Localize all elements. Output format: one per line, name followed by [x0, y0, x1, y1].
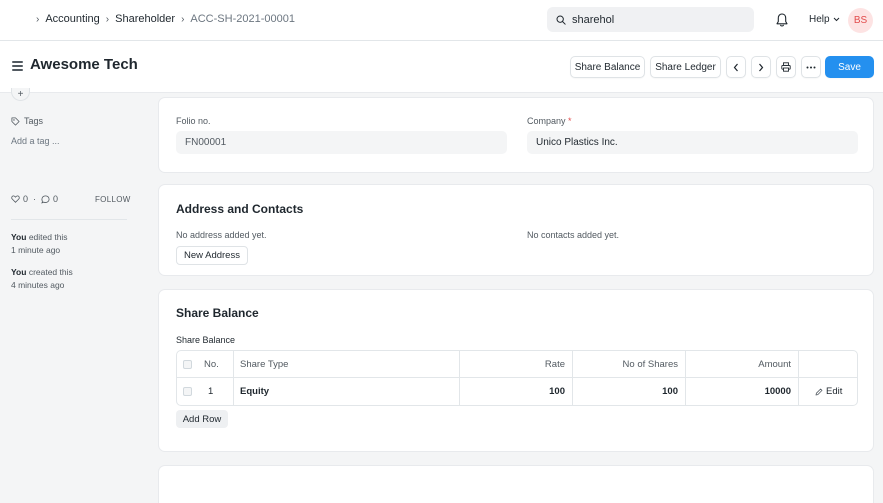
chevron-right-icon [759, 63, 764, 71]
activity-time: 1 minute ago [11, 244, 61, 255]
breadcrumb: › Accounting › Shareholder › ACC-SH-2021… [36, 13, 295, 25]
add-attachment-button[interactable]: + [11, 88, 30, 101]
activity-item: You edited this 1 minute ago [11, 231, 68, 256]
activity-action: created this [28, 267, 73, 277]
avatar[interactable]: BS [848, 8, 873, 33]
previous-doc-button[interactable] [726, 56, 746, 78]
required-mark: * [568, 116, 572, 126]
next-section [158, 465, 874, 503]
details-section: Folio no. FN00001 Company * Unico Plasti… [158, 97, 874, 173]
table-row[interactable]: 1 Equity 100 100 10000 Edit [177, 378, 857, 405]
next-doc-button[interactable] [751, 56, 771, 78]
dot-separator: · [33, 194, 37, 204]
search-icon [556, 15, 566, 25]
share-ledger-button[interactable]: Share Ledger [650, 56, 721, 78]
address-contacts-section: Address and Contacts No address added ye… [158, 184, 874, 276]
cell-amount[interactable]: 10000 [685, 378, 798, 405]
search-bar[interactable] [547, 7, 754, 32]
save-button[interactable]: Save [825, 56, 874, 78]
cell-no-of-shares[interactable]: 100 [572, 378, 685, 405]
no-address-text: No address added yet. [176, 230, 267, 240]
likes-comments: 0 · 0 [11, 194, 58, 204]
comment-icon[interactable] [41, 194, 50, 204]
heart-icon[interactable] [11, 195, 20, 203]
share-balance-title: Share Balance [176, 306, 259, 320]
tag-icon [11, 116, 20, 126]
chevron-right-icon: › [181, 13, 185, 25]
column-header-share-type: Share Type [240, 359, 289, 370]
notification-bell-icon[interactable] [775, 12, 789, 28]
sidebar-toggle-icon[interactable] [12, 61, 23, 71]
add-row-button[interactable]: Add Row [176, 410, 228, 428]
search-input[interactable] [572, 13, 742, 26]
chevron-right-icon: › [36, 13, 40, 25]
no-contacts-text: No contacts added yet. [527, 230, 620, 240]
tags-label: Tags [24, 116, 44, 126]
share-balance-table-label: Share Balance [176, 335, 236, 345]
folio-field[interactable]: FN00001 [176, 131, 507, 154]
row-checkbox[interactable] [183, 378, 197, 405]
column-header-no: No. [204, 359, 219, 370]
form-sidebar: + Tags Add a tag ... 0 · 0 FOLLOW You ed… [0, 88, 140, 503]
add-tag-link[interactable]: Add a tag ... [11, 136, 60, 146]
edit-row-button[interactable]: Edit [815, 378, 857, 405]
column-header-rate: Rate [544, 359, 565, 370]
page-header: Awesome Tech Share Balance Share Ledger … [0, 41, 883, 93]
chevron-left-icon [733, 63, 738, 71]
activity-item: You created this 4 minutes ago [11, 266, 73, 291]
likes-count: 0 [23, 194, 29, 204]
select-all-checkbox[interactable] [183, 351, 197, 378]
printer-icon [781, 62, 791, 72]
more-options-button[interactable] [801, 56, 821, 78]
company-label: Company * [527, 116, 572, 126]
more-horizontal-icon [806, 66, 816, 68]
new-address-button[interactable]: New Address [176, 246, 248, 265]
folio-value: FN00001 [185, 137, 227, 148]
company-field[interactable]: Unico Plastics Inc. [527, 131, 858, 154]
page-title: Awesome Tech [30, 56, 138, 73]
chevron-right-icon: › [105, 13, 110, 25]
share-balance-section: Share Balance Share Balance No. Share Ty… [158, 289, 874, 452]
address-section-title: Address and Contacts [176, 202, 304, 216]
folio-label: Folio no. [176, 116, 211, 126]
divider [11, 219, 127, 220]
navbar: › Accounting › Shareholder › ACC-SH-2021… [0, 0, 883, 41]
follow-button[interactable]: FOLLOW [95, 195, 131, 204]
table-header-row: No. Share Type Rate No of Shares Amount [177, 351, 857, 378]
plus-icon: + [17, 89, 24, 100]
activity-actor: You [11, 232, 27, 242]
row-number: 1 [208, 386, 214, 397]
tags-section: Tags [11, 116, 43, 126]
share-balance-table: No. Share Type Rate No of Shares Amount … [176, 350, 858, 406]
edit-label: Edit [826, 386, 843, 397]
company-value: Unico Plastics Inc. [536, 137, 618, 148]
breadcrumb-accounting[interactable]: Accounting [45, 13, 99, 25]
activity-actor: You [11, 267, 27, 277]
print-button[interactable] [776, 56, 796, 78]
share-balance-button[interactable]: Share Balance [570, 56, 645, 78]
comments-count: 0 [53, 194, 59, 204]
help-menu[interactable]: Help [809, 14, 840, 25]
pencil-icon [815, 388, 823, 395]
cell-rate[interactable]: 100 [459, 378, 572, 405]
help-label: Help [809, 14, 830, 25]
breadcrumb-current[interactable]: ACC-SH-2021-00001 [190, 13, 295, 25]
breadcrumb-shareholder[interactable]: Shareholder [115, 13, 175, 25]
cell-share-type[interactable]: Equity [240, 378, 455, 405]
activity-action: edited this [28, 232, 68, 242]
activity-time: 4 minutes ago [11, 279, 65, 290]
column-header-amount: Amount [758, 359, 791, 370]
chevron-down-icon [833, 17, 839, 22]
column-header-no-of-shares: No of Shares [622, 359, 678, 370]
